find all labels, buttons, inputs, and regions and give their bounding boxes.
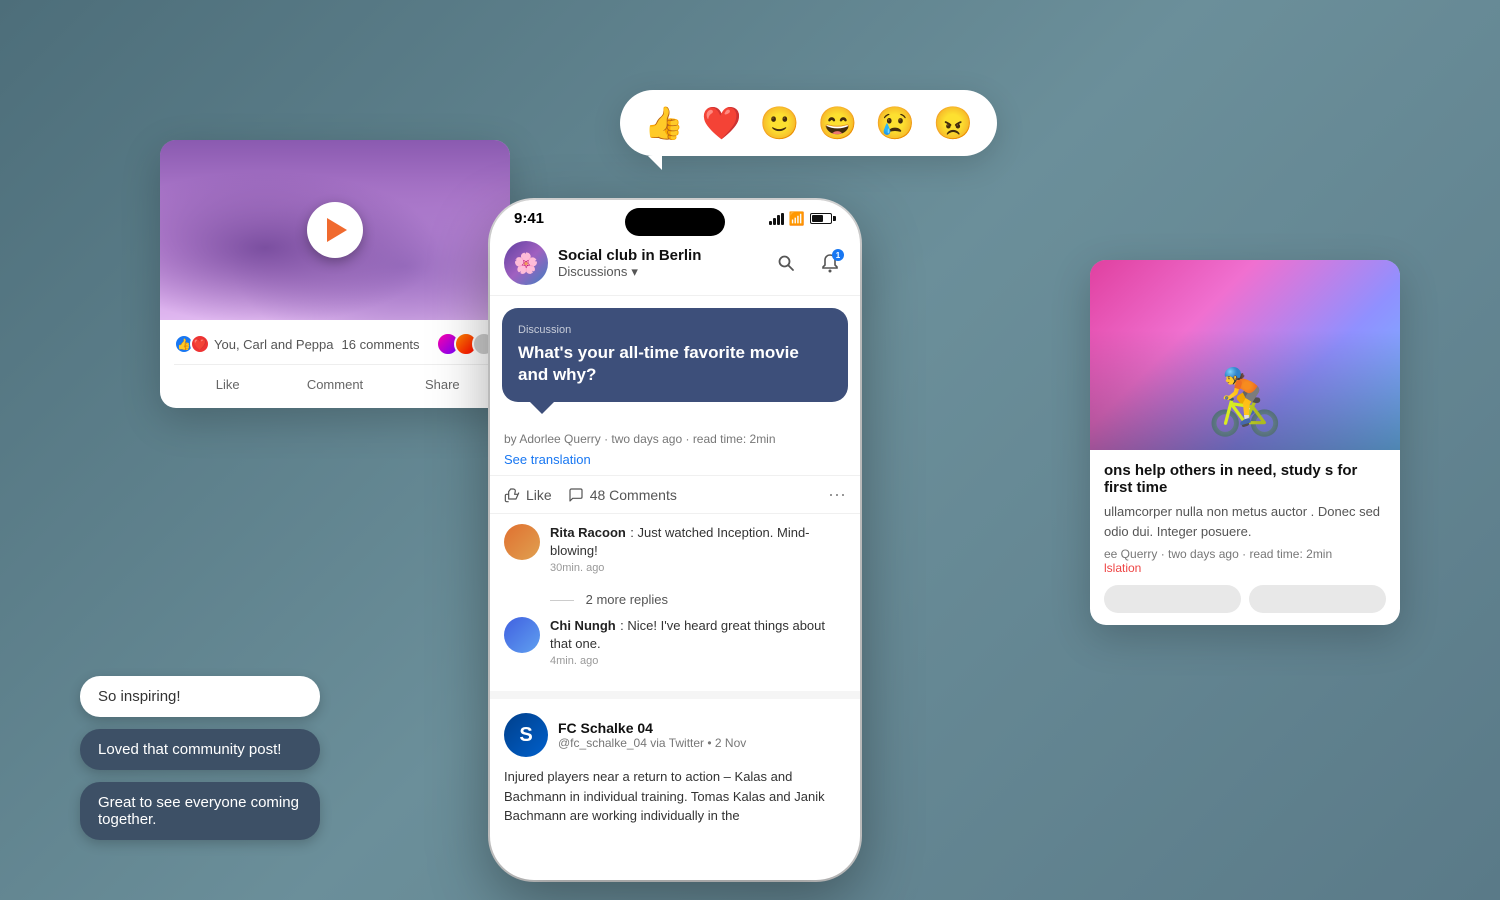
heart-emoji[interactable]: ❤️ <box>702 104 742 142</box>
right-card-buttons <box>1104 585 1386 613</box>
chat-bubble-loved: Loved that community post! <box>80 729 320 770</box>
status-bar: 9:41 📶 <box>490 200 860 231</box>
comment-time-rita: 30min. ago <box>550 562 846 574</box>
group-tab[interactable]: Discussions ▾ <box>558 264 760 280</box>
thumbs-up-emoji[interactable]: 👍 <box>644 104 684 142</box>
reaction-icons: 👍 ❤️ <box>174 334 206 354</box>
status-notch <box>625 208 725 236</box>
more-replies-link[interactable]: 2 more replies <box>504 588 846 617</box>
notifications-icon[interactable]: 1 <box>814 247 846 279</box>
cyclist-icon: 🚴 <box>1205 365 1285 440</box>
like-button[interactable]: Like <box>504 487 552 503</box>
comment-body-chi: Chi Nungh : Nice! I've heard great thing… <box>550 617 846 667</box>
signal-bars-icon <box>769 213 784 225</box>
chat-bubble-inspiring: So inspiring! <box>80 676 320 717</box>
chat-bubble-great: Great to see everyone coming together. <box>80 782 320 840</box>
status-time: 9:41 <box>514 210 544 227</box>
group-name: Social club in Berlin <box>558 247 760 264</box>
discussion-label: Discussion <box>518 324 832 336</box>
post-time: two days ago <box>611 432 682 446</box>
schalke-avatar: S <box>504 713 548 757</box>
phone-frame: 9:41 📶 <box>490 200 860 880</box>
right-btn-2[interactable] <box>1249 585 1386 613</box>
angry-emoji[interactable]: 😠 <box>933 104 973 142</box>
commenter-name-chi: Chi Nungh <box>550 618 616 633</box>
group-info: Social club in Berlin Discussions ▾ <box>558 247 760 280</box>
right-post-card: 🚴 ons help others in need, study s for f… <box>1090 260 1400 625</box>
schalke-info: FC Schalke 04 @fc_schalke_04 via Twitter… <box>558 720 746 750</box>
action-bar: Like 48 Comments ··· <box>490 475 860 514</box>
right-card-image: 🚴 <box>1090 260 1400 450</box>
group-avatar: 🌸 <box>504 241 548 285</box>
smile-emoji[interactable]: 🙂 <box>760 104 800 142</box>
right-card-body: ullamcorper nulla non metus auctor . Don… <box>1104 502 1386 541</box>
video-thumbnail[interactable] <box>160 140 510 320</box>
right-card-title: ons help others in need, study s for fir… <box>1104 462 1386 496</box>
header-icons: 1 <box>770 247 846 279</box>
emoji-reaction-bar: 👍 ❤️ 🙂 😄 😢 😠 <box>620 90 997 156</box>
post-author-prefix: by <box>504 432 519 446</box>
discussion-card[interactable]: Discussion What's your all-time favorite… <box>502 308 848 402</box>
avatar-stack <box>442 332 496 356</box>
like-button-left[interactable]: Like <box>174 373 281 396</box>
wifi-icon: 📶 <box>789 211 805 227</box>
post-read-time: 2min <box>750 432 776 446</box>
avatar-rita <box>504 524 540 560</box>
comment-button-left[interactable]: Comment <box>281 373 388 396</box>
discussion-card-arrow <box>530 402 554 414</box>
schalke-handle: @fc_schalke_04 via Twitter • 2 Nov <box>558 736 746 750</box>
schalke-name: FC Schalke 04 <box>558 720 746 736</box>
reactions-row: 👍 ❤️ You, Carl and Peppa 16 comments <box>174 332 496 356</box>
comment-time-chi: 4min. ago <box>550 655 846 667</box>
comments-button[interactable]: 48 Comments <box>568 487 677 503</box>
post-author: Adorlee Querry <box>519 432 600 446</box>
sad-emoji[interactable]: 😢 <box>875 104 915 142</box>
second-post: S FC Schalke 04 @fc_schalke_04 via Twitt… <box>490 691 860 840</box>
more-options-button[interactable]: ··· <box>828 484 846 505</box>
left-post-card: 👍 ❤️ You, Carl and Peppa 16 comments Lik… <box>160 140 510 408</box>
comments-section: Rita Racoon : Just watched Inception. Mi… <box>490 514 860 691</box>
schalke-post-text: Injured players near a return to action … <box>504 767 846 826</box>
comment-rita: Rita Racoon : Just watched Inception. Mi… <box>504 524 846 574</box>
haha-emoji[interactable]: 😄 <box>818 104 858 142</box>
card-actions: Like Comment Share <box>174 364 496 396</box>
reply-line-icon <box>550 600 574 601</box>
search-icon[interactable] <box>770 247 802 279</box>
reactions-text: You, Carl and Peppa <box>214 337 334 352</box>
right-card-meta: ee Querry · two days ago · read time: 2m… <box>1104 547 1386 561</box>
second-post-header: S FC Schalke 04 @fc_schalke_04 via Twitt… <box>504 713 846 757</box>
love-reaction-icon: ❤️ <box>190 334 210 354</box>
play-icon <box>327 218 347 242</box>
comment-chi: Chi Nungh : Nice! I've heard great thing… <box>504 617 846 667</box>
avatar-chi <box>504 617 540 653</box>
post-read-sep: · read time: <box>685 432 749 446</box>
notification-badge: 1 <box>832 249 844 261</box>
comment-body-rita: Rita Racoon : Just watched Inception. Mi… <box>550 524 846 574</box>
right-translation-link[interactable]: lslation <box>1104 561 1386 575</box>
chevron-down-icon: ▾ <box>631 264 638 280</box>
right-card-content: ons help others in need, study s for fir… <box>1090 450 1400 625</box>
phone-content: Discussion What's your all-time favorite… <box>490 296 860 856</box>
see-translation-link[interactable]: See translation <box>490 452 860 475</box>
commenter-name-rita: Rita Racoon <box>550 525 626 540</box>
battery-icon <box>810 213 836 224</box>
status-icons: 📶 <box>769 211 836 227</box>
discussion-title: What's your all-time favorite movie and … <box>518 342 832 386</box>
comments-count-left: 16 comments <box>342 337 420 352</box>
play-button[interactable] <box>307 202 363 258</box>
right-btn-1[interactable] <box>1104 585 1241 613</box>
share-button-left[interactable]: Share <box>389 373 496 396</box>
post-meta: by Adorlee Querry · two days ago · read … <box>490 414 860 452</box>
chat-bubbles-area: So inspiring! Loved that community post!… <box>80 676 320 840</box>
card-bottom: 👍 ❤️ You, Carl and Peppa 16 comments Lik… <box>160 320 510 408</box>
center-phone: 9:41 📶 <box>490 200 860 880</box>
phone-header: 🌸 Social club in Berlin Discussions ▾ <box>490 231 860 296</box>
